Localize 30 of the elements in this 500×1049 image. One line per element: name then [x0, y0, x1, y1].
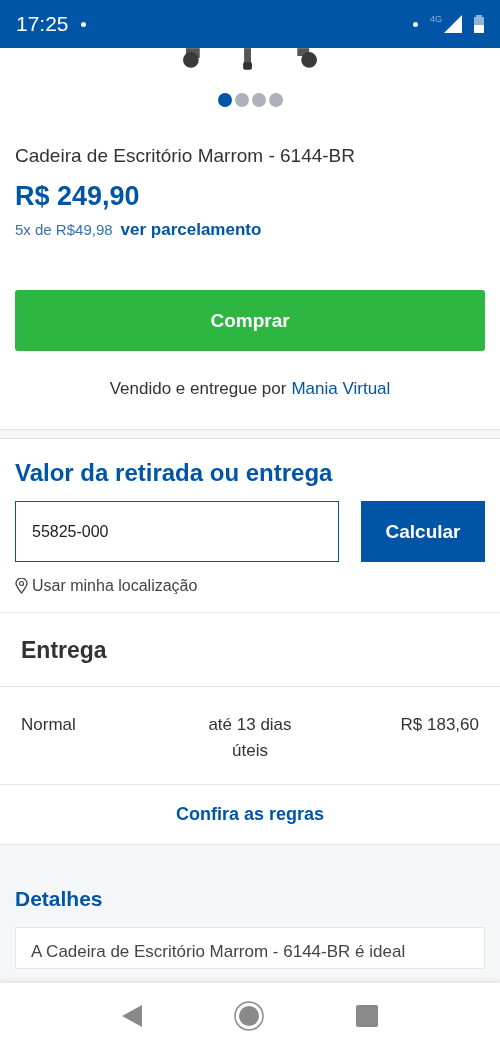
- delivery-title: Entrega: [0, 613, 500, 687]
- details-title: Detalhes: [15, 887, 104, 912]
- battery-icon: [474, 15, 484, 33]
- shipping-title: Valor da retirada ou entrega: [14, 458, 334, 487]
- details-text: A Cadeira de Escritório Marrom - 6144-BR é ideal: [31, 942, 406, 961]
- delivery-time: até 13 dias úteis: [207, 714, 293, 762]
- gallery-dot[interactable]: [251, 93, 266, 107]
- sold-by-text: Vendido e entregue por: [109, 379, 287, 399]
- gallery-dot[interactable]: [268, 93, 283, 107]
- product-price: R$ 249,90: [15, 181, 141, 212]
- recents-icon[interactable]: [356, 1005, 378, 1027]
- cep-field[interactable]: 55825-000: [15, 501, 339, 562]
- product-title: Cadeira de Escritório Marrom - 6144-BR: [15, 145, 356, 167]
- notification-dot-icon: [80, 21, 86, 27]
- seller-link[interactable]: Mania Virtual: [291, 379, 391, 399]
- notification-dot-icon: [413, 21, 418, 27]
- gallery-dot[interactable]: [234, 93, 249, 107]
- clock: 17:25: [16, 12, 69, 36]
- location-pin-icon: [15, 578, 28, 594]
- signal-icon: [444, 15, 462, 33]
- installments-link[interactable]: ver parcelamento: [120, 220, 262, 240]
- installments-text: 5x de R$49,98: [15, 221, 113, 238]
- calculate-button[interactable]: Calcular: [361, 501, 485, 562]
- home-icon[interactable]: [234, 1001, 264, 1031]
- back-icon[interactable]: [122, 1005, 142, 1027]
- network-type: 4G: [430, 14, 442, 24]
- gallery-dot[interactable]: [217, 93, 232, 107]
- delivery-price: R$ 183,60: [399, 714, 479, 736]
- delivery-type: Normal: [21, 714, 77, 736]
- use-location-link[interactable]: Usar minha localização: [0, 562, 500, 613]
